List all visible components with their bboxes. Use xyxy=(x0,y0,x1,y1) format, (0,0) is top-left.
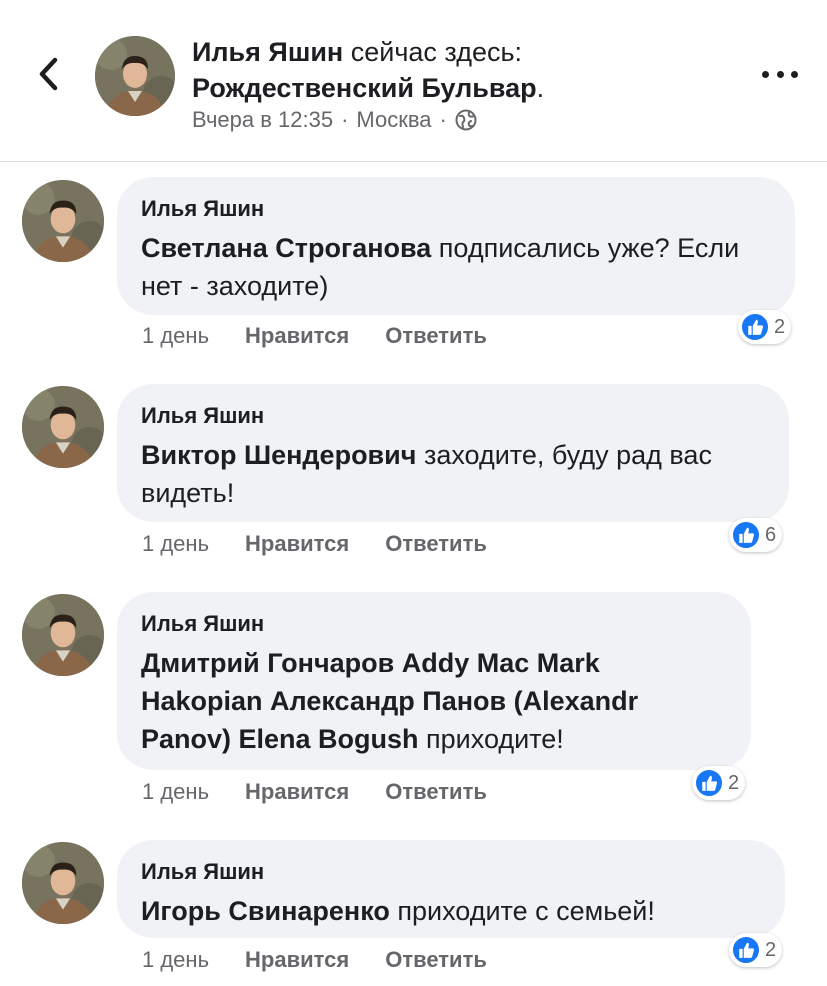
reaction-count-badge[interactable]: 6 xyxy=(729,518,783,552)
like-button[interactable]: Нравится xyxy=(245,777,349,807)
reaction-count-badge[interactable]: 2 xyxy=(692,766,746,800)
comment-actions: 1 день Нравится Ответить xyxy=(142,945,523,975)
reply-button[interactable]: Ответить xyxy=(385,777,487,807)
thumbs-up-icon xyxy=(740,312,770,342)
comment-bubble: Илья Яшин Игорь Свинаренко приходите с с… xyxy=(117,840,785,938)
comment-text: Виктор Шендерович заходите, буду рад вас… xyxy=(141,436,763,512)
comment-text: Дмитрий Гончаров Addy Mac Mark Hakopian … xyxy=(141,644,725,758)
reply-button[interactable]: Ответить xyxy=(385,529,487,559)
comment-time[interactable]: 1 день xyxy=(142,945,209,975)
comment-body: приходите с семьей! xyxy=(389,896,655,926)
reaction-count-badge[interactable]: 2 xyxy=(729,933,783,967)
mention-link[interactable]: Виктор Шендерович xyxy=(141,440,416,470)
back-button[interactable] xyxy=(28,50,68,98)
mention-link[interactable]: Игорь Свинаренко xyxy=(141,896,390,926)
header-title: Илья Яшин сейчас здесь: Рождественский Б… xyxy=(192,34,732,106)
reply-button[interactable]: Ответить xyxy=(385,945,487,975)
comment-text: Игорь Свинаренко приходите с семьей! xyxy=(141,892,759,930)
like-button[interactable]: Нравится xyxy=(245,529,349,559)
reply-button[interactable]: Ответить xyxy=(385,321,487,351)
post-meta: Вчера в 12:35 · Москва · xyxy=(192,105,477,135)
comment-bubble: Илья Яшин Светлана Строганова подписалис… xyxy=(117,177,795,315)
thumbs-up-icon xyxy=(731,935,761,965)
comment-actions: 1 день Нравится Ответить xyxy=(142,321,523,351)
meta-separator-2: · xyxy=(439,107,447,132)
like-button[interactable]: Нравится xyxy=(245,945,349,975)
more-options-button[interactable] xyxy=(762,62,798,86)
comment-actions: 1 день Нравится Ответить xyxy=(142,777,523,807)
reaction-count: 2 xyxy=(765,938,777,961)
reaction-count-badge[interactable]: 2 xyxy=(738,310,792,344)
post-location[interactable]: Москва xyxy=(356,105,431,135)
comment-author[interactable]: Илья Яшин xyxy=(141,402,763,430)
commenter-avatar[interactable] xyxy=(22,180,104,262)
commenter-avatar[interactable] xyxy=(22,842,104,924)
comment-time[interactable]: 1 день xyxy=(142,777,209,807)
post-timestamp[interactable]: Вчера в 12:35 xyxy=(192,105,333,135)
comment-actions: 1 день Нравится Ответить xyxy=(142,529,523,559)
comment-time[interactable]: 1 день xyxy=(142,529,209,559)
chevron-left-icon xyxy=(39,57,58,91)
meta-separator: · xyxy=(341,107,349,132)
header-place-suffix: . xyxy=(536,73,545,103)
comment-bubble: Илья Яшин Виктор Шендерович заходите, бу… xyxy=(117,384,789,522)
comment-author[interactable]: Илья Яшин xyxy=(141,610,725,638)
commenter-avatar[interactable] xyxy=(22,386,104,468)
header-place-link[interactable]: Рождественский Бульвар xyxy=(192,73,537,103)
author-avatar[interactable] xyxy=(95,36,175,116)
reaction-count: 2 xyxy=(728,771,740,794)
header-status-text: сейчас здесь: xyxy=(350,37,523,67)
reaction-count: 2 xyxy=(774,315,786,338)
comment-body: приходите! xyxy=(418,724,564,754)
mention-link[interactable]: Светлана Строганова xyxy=(141,233,431,263)
comment-author[interactable]: Илья Яшин xyxy=(141,858,759,886)
thumbs-up-icon xyxy=(731,520,761,550)
comment-time[interactable]: 1 день xyxy=(142,321,209,351)
like-button[interactable]: Нравится xyxy=(245,321,349,351)
commenter-avatar[interactable] xyxy=(22,594,104,676)
thumbs-up-icon xyxy=(694,768,724,798)
globe-icon xyxy=(455,109,477,131)
comment-bubble: Илья Яшин Дмитрий Гончаров Addy Mac Mark… xyxy=(117,592,751,770)
comment-text: Светлана Строганова подписались уже? Есл… xyxy=(141,229,769,305)
comment-author[interactable]: Илья Яшин xyxy=(141,195,769,223)
reaction-count: 6 xyxy=(765,523,777,546)
more-dots-icon xyxy=(762,70,769,78)
post-header: Илья Яшин сейчас здесь: Рождественский Б… xyxy=(0,0,827,162)
header-author-name[interactable]: Илья Яшин xyxy=(192,37,343,67)
